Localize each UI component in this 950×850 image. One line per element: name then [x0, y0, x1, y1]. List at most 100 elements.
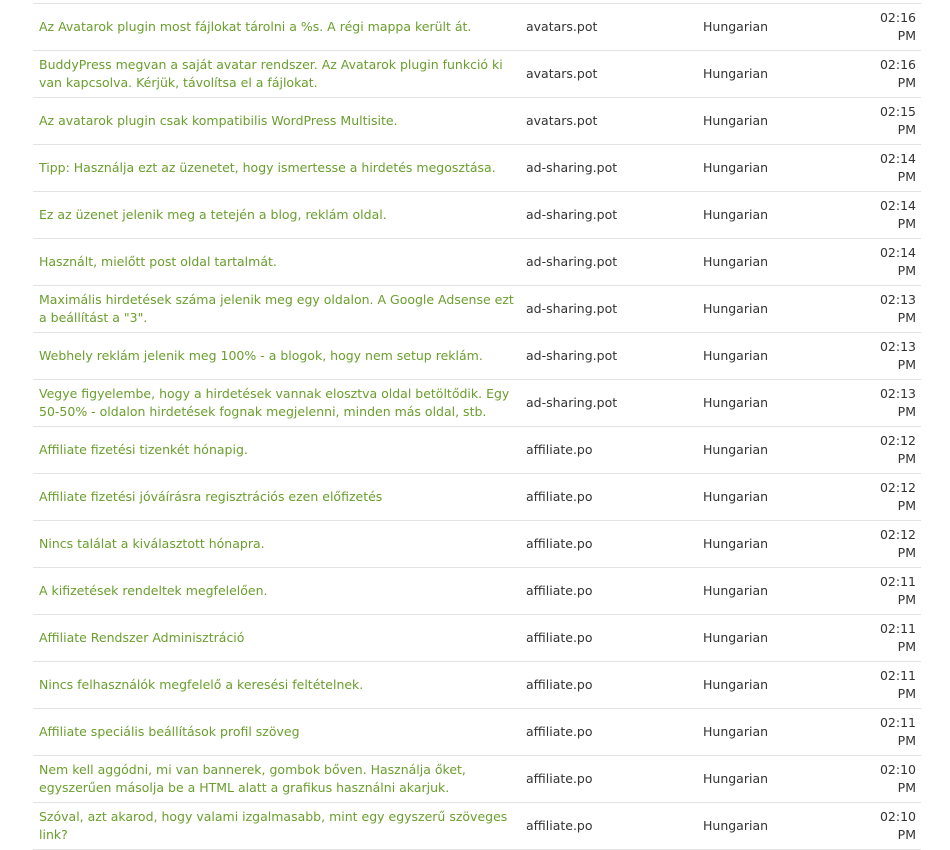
table-row: Maximális hirdetések száma jelenik meg e… [33, 285, 921, 333]
string-cell: Az avatarok plugin csak kompatibilis Wor… [33, 97, 520, 145]
string-link[interactable]: Az Avatarok plugin most fájlokat tárolni… [39, 19, 471, 34]
table-row: Tipp: Használja ezt az üzenetet, hogy is… [33, 144, 921, 192]
file-name: ad-sharing.pot [520, 332, 697, 380]
timestamp: 02:13 PM [854, 332, 921, 380]
timestamp: 02:11 PM [854, 708, 921, 756]
language-name: Hungarian [697, 614, 854, 662]
file-name: ad-sharing.pot [520, 379, 697, 427]
file-name: ad-sharing.pot [520, 191, 697, 239]
string-cell: Nincs felhasználók megfelelő a keresési … [33, 661, 520, 709]
string-cell: Szóval, azt akarod, hogy valami izgalmas… [33, 802, 520, 850]
timestamp: 02:12 PM [854, 426, 921, 474]
file-name: ad-sharing.pot [520, 285, 697, 333]
language-name: Hungarian [697, 191, 854, 239]
string-link[interactable]: Maximális hirdetések száma jelenik meg e… [39, 292, 514, 325]
file-name: affiliate.po [520, 520, 697, 568]
string-cell: Ez az üzenet jelenik meg a tetején a blo… [33, 191, 520, 239]
string-link[interactable]: Affiliate fizetési tizenkét hónapig. [39, 442, 248, 457]
table-row: Affiliate fizetési jóváírásra regisztrác… [33, 473, 921, 521]
timestamp: 02:12 PM [854, 520, 921, 568]
table-row: Az avatarok plugin csak kompatibilis Wor… [33, 97, 921, 145]
table-row: A kifizetések rendeltek megfelelően. affi… [33, 567, 921, 615]
string-link[interactable]: Nem kell aggódni, mi van bannerek, gombo… [39, 762, 466, 795]
file-name: affiliate.po [520, 708, 697, 756]
file-name: affiliate.po [520, 567, 697, 615]
string-link[interactable]: Az avatarok plugin csak kompatibilis Wor… [39, 113, 398, 128]
file-name: affiliate.po [520, 614, 697, 662]
language-name: Hungarian [697, 379, 854, 427]
timestamp: 02:11 PM [854, 567, 921, 615]
string-link[interactable]: Affiliate fizetési jóváírásra regisztrác… [39, 489, 382, 504]
table-row: Affiliate Rendszer Adminisztráció affilia… [33, 614, 921, 662]
table-row: Vegye figyelembe, hogy a hirdetések vann… [33, 379, 921, 427]
string-cell: Vegye figyelembe, hogy a hirdetések vann… [33, 379, 520, 427]
string-link[interactable]: Használt, mielőtt post oldal tartalmát. [39, 254, 277, 269]
language-name: Hungarian [697, 708, 854, 756]
table-row: Használt, mielőtt post oldal tartalmát. a… [33, 238, 921, 286]
string-link[interactable]: A kifizetések rendeltek megfelelően. [39, 583, 268, 598]
language-name: Hungarian [697, 802, 854, 850]
table-row: Affiliate fizetési tizenkét hónapig. affi… [33, 426, 921, 474]
language-name: Hungarian [697, 285, 854, 333]
string-link[interactable]: Affiliate Rendszer Adminisztráció [39, 630, 244, 645]
timestamp: 02:10 PM [854, 755, 921, 803]
language-name: Hungarian [697, 473, 854, 521]
string-link[interactable]: Affiliate speciális beállítások profil s… [39, 724, 300, 739]
language-name: Hungarian [697, 520, 854, 568]
table-row: Szóval, azt akarod, hogy valami izgalmas… [33, 802, 921, 850]
table-row: Nincs felhasználók megfelelő a keresési … [33, 661, 921, 709]
translations-table-body: Az Avatarok plugin most fájlokat tárolni… [33, 3, 921, 850]
string-link[interactable]: Nincs találat a kiválasztott hónapra. [39, 536, 265, 551]
translation-activity-list: Az Avatarok plugin most fájlokat tárolni… [33, 3, 921, 850]
file-name: avatars.pot [520, 3, 697, 51]
string-cell: Maximális hirdetések száma jelenik meg e… [33, 285, 520, 333]
file-name: affiliate.po [520, 802, 697, 850]
string-cell: A kifizetések rendeltek megfelelően. [33, 567, 520, 615]
string-cell: BuddyPress megvan a saját avatar rendsze… [33, 50, 520, 98]
file-name: affiliate.po [520, 426, 697, 474]
string-link[interactable]: Webhely reklám jelenik meg 100% - a blog… [39, 348, 483, 363]
language-name: Hungarian [697, 755, 854, 803]
timestamp: 02:16 PM [854, 3, 921, 51]
timestamp: 02:13 PM [854, 379, 921, 427]
file-name: affiliate.po [520, 473, 697, 521]
string-cell: Nincs találat a kiválasztott hónapra. [33, 520, 520, 568]
string-cell: Affiliate fizetési jóváírásra regisztrác… [33, 473, 520, 521]
string-link[interactable]: Szóval, azt akarod, hogy valami izgalmas… [39, 809, 507, 842]
table-row: Az Avatarok plugin most fájlokat tárolni… [33, 3, 921, 51]
string-cell: Affiliate speciális beállítások profil s… [33, 708, 520, 756]
table-row: Affiliate speciális beállítások profil s… [33, 708, 921, 756]
table-row: Nincs találat a kiválasztott hónapra. aff… [33, 520, 921, 568]
string-link[interactable]: Ez az üzenet jelenik meg a tetején a blo… [39, 207, 387, 222]
language-name: Hungarian [697, 567, 854, 615]
timestamp: 02:16 PM [854, 50, 921, 98]
language-name: Hungarian [697, 238, 854, 286]
string-cell: Az Avatarok plugin most fájlokat tárolni… [33, 3, 520, 51]
file-name: ad-sharing.pot [520, 238, 697, 286]
string-cell: Webhely reklám jelenik meg 100% - a blog… [33, 332, 520, 380]
timestamp: 02:11 PM [854, 614, 921, 662]
table-row: Nem kell aggódni, mi van bannerek, gombo… [33, 755, 921, 803]
string-link[interactable]: Tipp: Használja ezt az üzenetet, hogy is… [39, 160, 496, 175]
timestamp: 02:14 PM [854, 238, 921, 286]
timestamp: 02:14 PM [854, 191, 921, 239]
file-name: affiliate.po [520, 755, 697, 803]
string-cell: Affiliate Rendszer Adminisztráció [33, 614, 520, 662]
timestamp: 02:13 PM [854, 285, 921, 333]
timestamp: 02:12 PM [854, 473, 921, 521]
string-cell: Affiliate fizetési tizenkét hónapig. [33, 426, 520, 474]
table-row: Ez az üzenet jelenik meg a tetején a blo… [33, 191, 921, 239]
timestamp: 02:11 PM [854, 661, 921, 709]
string-cell: Tipp: Használja ezt az üzenetet, hogy is… [33, 144, 520, 192]
language-name: Hungarian [697, 50, 854, 98]
language-name: Hungarian [697, 97, 854, 145]
file-name: avatars.pot [520, 50, 697, 98]
string-link[interactable]: Nincs felhasználók megfelelő a keresési … [39, 677, 363, 692]
string-link[interactable]: Vegye figyelembe, hogy a hirdetések vann… [39, 386, 509, 419]
language-name: Hungarian [697, 426, 854, 474]
timestamp: 02:14 PM [854, 144, 921, 192]
file-name: ad-sharing.pot [520, 144, 697, 192]
string-link[interactable]: BuddyPress megvan a saját avatar rendsze… [39, 57, 503, 90]
table-row: Webhely reklám jelenik meg 100% - a blog… [33, 332, 921, 380]
language-name: Hungarian [697, 661, 854, 709]
